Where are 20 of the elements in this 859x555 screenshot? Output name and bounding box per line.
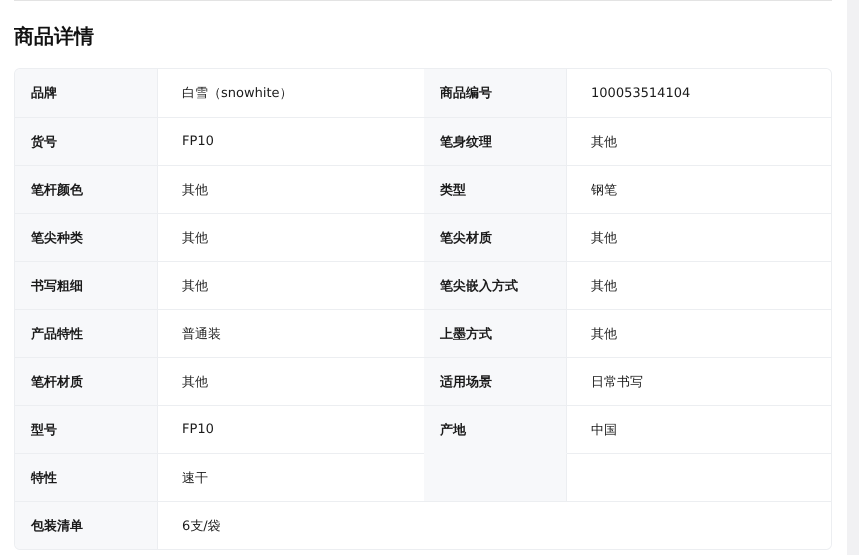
spec-label: 特性: [15, 453, 158, 501]
spec-label: 笔尖种类: [15, 213, 158, 261]
spec-label: 产品特性: [15, 309, 158, 357]
spec-label: 笔杆颜色: [15, 165, 158, 213]
spec-value: 6支/袋: [158, 501, 831, 549]
spec-label: 产地: [424, 405, 567, 453]
spec-label: 笔尖嵌入方式: [424, 261, 567, 309]
spec-label: 货号: [15, 117, 158, 165]
spec-label: 上墨方式: [424, 309, 567, 357]
spec-label: 笔尖材质: [424, 213, 567, 261]
spec-label: 类型: [424, 165, 567, 213]
spec-label: 型号: [15, 405, 158, 453]
spec-label: 包装清单: [15, 501, 158, 549]
spec-label: 商品编号: [424, 69, 567, 117]
spec-label: 适用场景: [424, 357, 567, 405]
spec-label: 笔身纹理: [424, 117, 567, 165]
spec-label: 书写粗细: [15, 261, 158, 309]
section-title: 商品详情: [14, 23, 95, 50]
spec-label: 笔杆材质: [15, 357, 158, 405]
spec-label: 品牌: [15, 69, 158, 117]
